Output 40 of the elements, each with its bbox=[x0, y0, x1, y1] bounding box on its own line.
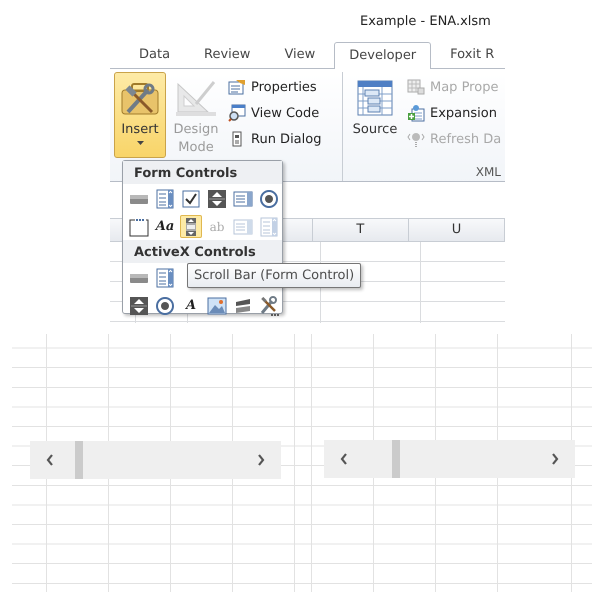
scroll-bar[interactable] bbox=[30, 441, 281, 479]
option-button-icon[interactable] bbox=[154, 294, 176, 317]
grid-icon bbox=[407, 78, 425, 96]
ribbon-button[interactable]: Source bbox=[349, 72, 401, 158]
ribbon-button[interactable]: Insert bbox=[114, 72, 166, 158]
group-label: XML bbox=[476, 165, 501, 179]
refresh-icon bbox=[407, 130, 425, 148]
expansion-pack-icon bbox=[407, 104, 425, 122]
scroll-bar[interactable] bbox=[324, 440, 575, 478]
ribbon-tab[interactable]: View bbox=[269, 41, 330, 68]
label-control-icon[interactable]: Aa bbox=[154, 215, 176, 238]
option-button-icon[interactable] bbox=[258, 187, 280, 210]
caret-icon bbox=[136, 141, 144, 145]
ribbon-tab[interactable]: Data bbox=[124, 41, 186, 68]
properties-icon bbox=[228, 78, 246, 96]
spin-button-icon[interactable] bbox=[206, 187, 228, 210]
column-header: T bbox=[312, 219, 408, 241]
menu-section-header: ActiveX Controls bbox=[123, 240, 282, 263]
ribbon-tab[interactable]: Developer bbox=[334, 42, 432, 69]
combo-box-icon[interactable] bbox=[154, 187, 176, 210]
scroll-thumb[interactable] bbox=[392, 440, 400, 478]
window-magnifier-icon bbox=[228, 104, 246, 122]
label-control-icon[interactable]: A bbox=[180, 294, 202, 317]
ribbon-button[interactable]: Expansion bbox=[405, 103, 504, 123]
tooltip: Scroll Bar (Form Control) bbox=[187, 263, 362, 288]
ribbon-button[interactable]: Run Dialog bbox=[226, 129, 324, 149]
combo-box-icon[interactable] bbox=[154, 266, 176, 289]
table-icon bbox=[355, 78, 395, 118]
spin-button-icon[interactable] bbox=[128, 294, 150, 317]
ribbon-button[interactable]: Properties bbox=[226, 77, 324, 97]
column-header: U bbox=[408, 219, 504, 241]
scroll-thumb[interactable] bbox=[75, 441, 83, 479]
ruler-triangle-icon bbox=[174, 78, 218, 118]
ribbon-button[interactable]: View Code bbox=[226, 103, 324, 123]
tools-icon[interactable] bbox=[258, 294, 280, 317]
ribbon-tab[interactable]: Review bbox=[189, 41, 266, 68]
ribbon-tab[interactable]: Foxit R bbox=[435, 41, 510, 68]
scroll-bar-icon[interactable] bbox=[180, 215, 202, 238]
menu-section-header: Form Controls bbox=[123, 161, 282, 184]
window-title: Example - ENA.xlsm bbox=[359, 13, 492, 31]
